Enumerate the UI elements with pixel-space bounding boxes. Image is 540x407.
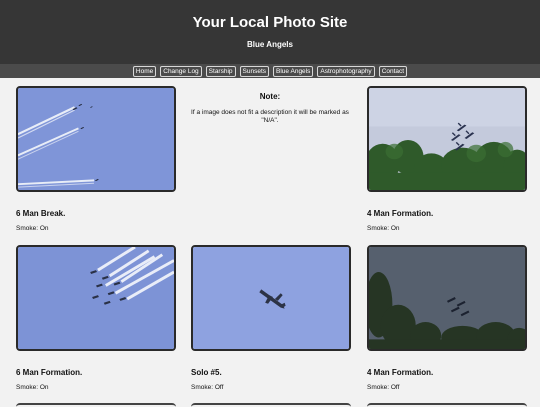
nav-blue-angels[interactable]: Blue Angels xyxy=(273,65,314,77)
photo-image xyxy=(369,88,525,190)
note-title: Note: xyxy=(259,92,281,101)
photo-image xyxy=(193,247,349,349)
photo-smoke: Smoke: Off xyxy=(191,384,224,391)
photo-title: 4 Man Formation. xyxy=(367,368,434,377)
photo-image xyxy=(18,88,174,190)
photo-title: 6 Man Break. xyxy=(16,209,66,218)
nav-astrophotography[interactable]: Astrophotography xyxy=(317,65,375,77)
note-box: Note: If a image does not fit a descript… xyxy=(186,92,354,125)
site-title: Your Local Photo Site xyxy=(192,14,348,31)
photo-4-man-formation-dusk[interactable] xyxy=(367,245,527,351)
nav-change-log[interactable]: Change Log xyxy=(160,65,202,77)
photo-4-man-formation[interactable] xyxy=(367,86,527,192)
photo-title: 4 Man Formation. xyxy=(367,209,434,218)
photo-title: 6 Man Formation. xyxy=(16,368,83,377)
photo-smoke: Smoke: Off xyxy=(367,384,400,391)
site-header: Your Local Photo Site Blue Angels xyxy=(0,0,540,64)
page-subtitle: Blue Angels xyxy=(247,40,293,49)
photo-solo-5[interactable] xyxy=(191,245,351,351)
photo-smoke: Smoke: On xyxy=(367,225,400,232)
photo-partial[interactable] xyxy=(367,403,527,407)
nav-home[interactable]: Home xyxy=(132,65,157,77)
nav-starship[interactable]: Starship xyxy=(205,65,236,77)
nav-sunsets[interactable]: Sunsets xyxy=(239,65,270,77)
photo-smoke: Smoke: On xyxy=(16,384,49,391)
photo-partial[interactable] xyxy=(16,403,176,407)
nav-contact[interactable]: Contact xyxy=(378,65,408,77)
photo-title: Solo #5. xyxy=(191,368,222,377)
nav-bar: Home Change Log Starship Sunsets Blue An… xyxy=(0,64,540,78)
photo-6-man-formation[interactable] xyxy=(16,245,176,351)
photo-partial[interactable] xyxy=(191,403,351,407)
note-text: If a image does not fit a description it… xyxy=(191,109,349,124)
photo-smoke: Smoke: On xyxy=(16,225,49,232)
photo-image xyxy=(18,247,174,349)
photo-image xyxy=(369,247,525,349)
photo-6-man-break[interactable] xyxy=(16,86,176,192)
